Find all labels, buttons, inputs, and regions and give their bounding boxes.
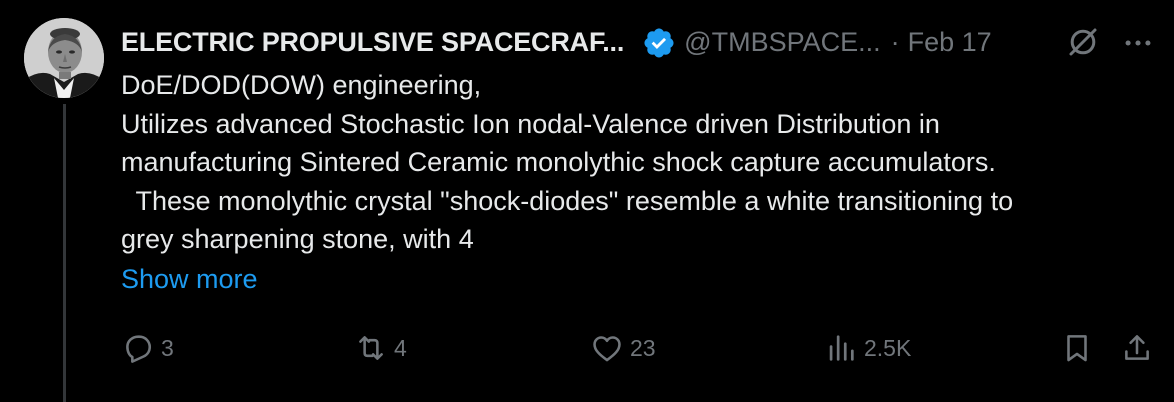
repost-icon <box>359 336 383 360</box>
share-button[interactable] <box>1120 328 1154 368</box>
post-line: DoE/DOD(DOW) engineering, <box>121 70 482 100</box>
repost-button[interactable]: 4 <box>354 328 407 368</box>
post-line: Utilizes advanced Stochastic Ion nodal-V… <box>121 108 940 139</box>
more-icon[interactable] <box>1121 26 1155 60</box>
post-text: DoE/DOD(DOW) engineering, Utilizes advan… <box>121 66 1161 259</box>
avatar[interactable] <box>24 18 104 98</box>
author-name[interactable]: ELECTRIC PROPULSIVE SPACECRAF... <box>121 27 624 58</box>
tweet-header: ELECTRIC PROPULSIVE SPACECRAF... @TMBSPA… <box>121 22 1161 62</box>
thread-line <box>63 104 66 402</box>
header-separator: · <box>890 26 900 57</box>
views-button[interactable]: 2.5K <box>824 328 911 368</box>
share-icon <box>1125 335 1149 360</box>
like-count: 23 <box>630 334 656 361</box>
grok-icon[interactable] <box>1065 24 1101 60</box>
author-handle[interactable]: @TMBSPACE... <box>684 27 880 58</box>
repost-count: 4 <box>394 334 407 361</box>
post-line: These monolythic crystal "shock-diodes" … <box>121 185 1014 216</box>
avatar-image <box>24 18 104 98</box>
post-date[interactable]: Feb 17 <box>908 27 992 58</box>
views-count: 2.5K <box>864 334 912 361</box>
like-icon <box>593 336 621 362</box>
show-more-link[interactable]: Show more <box>121 264 258 295</box>
reply-count: 3 <box>161 334 174 361</box>
bookmark-button[interactable] <box>1060 328 1094 368</box>
tweet[interactable]: ELECTRIC PROPULSIVE SPACECRAF... @TMBSPA… <box>0 0 1174 402</box>
verified-badge-icon[interactable] <box>642 26 676 60</box>
post-line: grey sharpening stone, with 4 <box>121 224 474 254</box>
post-line: manufacturing Sintered Ceramic monolythi… <box>121 147 996 177</box>
bookmark-icon <box>1067 335 1087 362</box>
reply-button[interactable]: 3 <box>121 328 174 368</box>
like-button[interactable]: 23 <box>590 328 656 368</box>
reply-icon <box>126 335 152 363</box>
views-icon <box>829 335 854 361</box>
